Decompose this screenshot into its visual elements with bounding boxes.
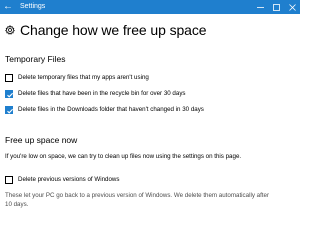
checkbox-delete-downloads[interactable] — [5, 106, 13, 114]
page-title: Change how we free up space — [20, 22, 207, 38]
option-delete-temp-files[interactable]: Delete temporary files that my apps aren… — [5, 73, 288, 82]
previous-windows-note: These let your PC go back to a previous … — [5, 192, 270, 208]
option-delete-recycle-bin[interactable]: Delete files that have been in the recyc… — [5, 89, 288, 98]
window-controls — [252, 0, 300, 14]
option-label: Delete temporary files that my apps aren… — [18, 74, 149, 81]
option-delete-downloads[interactable]: Delete files in the Downloads folder tha… — [5, 105, 263, 114]
window-title: Settings — [20, 3, 46, 10]
settings-window: ← Settings Change how we free up space T… — [0, 0, 300, 210]
gear-icon — [5, 25, 15, 35]
checkmark-icon — [7, 108, 13, 114]
close-icon[interactable] — [284, 0, 300, 14]
checkbox-delete-previous-windows[interactable] — [5, 176, 13, 184]
temporary-files-heading: Temporary Files — [5, 54, 66, 64]
option-label: Delete files that have been in the recyc… — [18, 90, 186, 97]
option-label: Delete previous versions of Windows — [18, 176, 120, 183]
checkbox-delete-temp-files[interactable] — [5, 74, 13, 82]
checkmark-icon — [7, 92, 13, 98]
back-arrow-icon[interactable]: ← — [3, 1, 13, 13]
maximize-icon[interactable] — [268, 0, 284, 14]
checkbox-delete-recycle-bin[interactable] — [5, 90, 13, 98]
page-header: Change how we free up space — [5, 20, 207, 40]
free-up-space-heading: Free up space now — [5, 135, 78, 145]
minimize-icon[interactable] — [252, 0, 268, 14]
option-delete-previous-windows[interactable]: Delete previous versions of Windows — [5, 175, 288, 184]
free-up-space-description: If you're low on space, we can try to cl… — [5, 153, 242, 160]
title-bar: ← Settings — [0, 0, 300, 14]
option-label: Delete files in the Downloads folder tha… — [18, 106, 204, 113]
